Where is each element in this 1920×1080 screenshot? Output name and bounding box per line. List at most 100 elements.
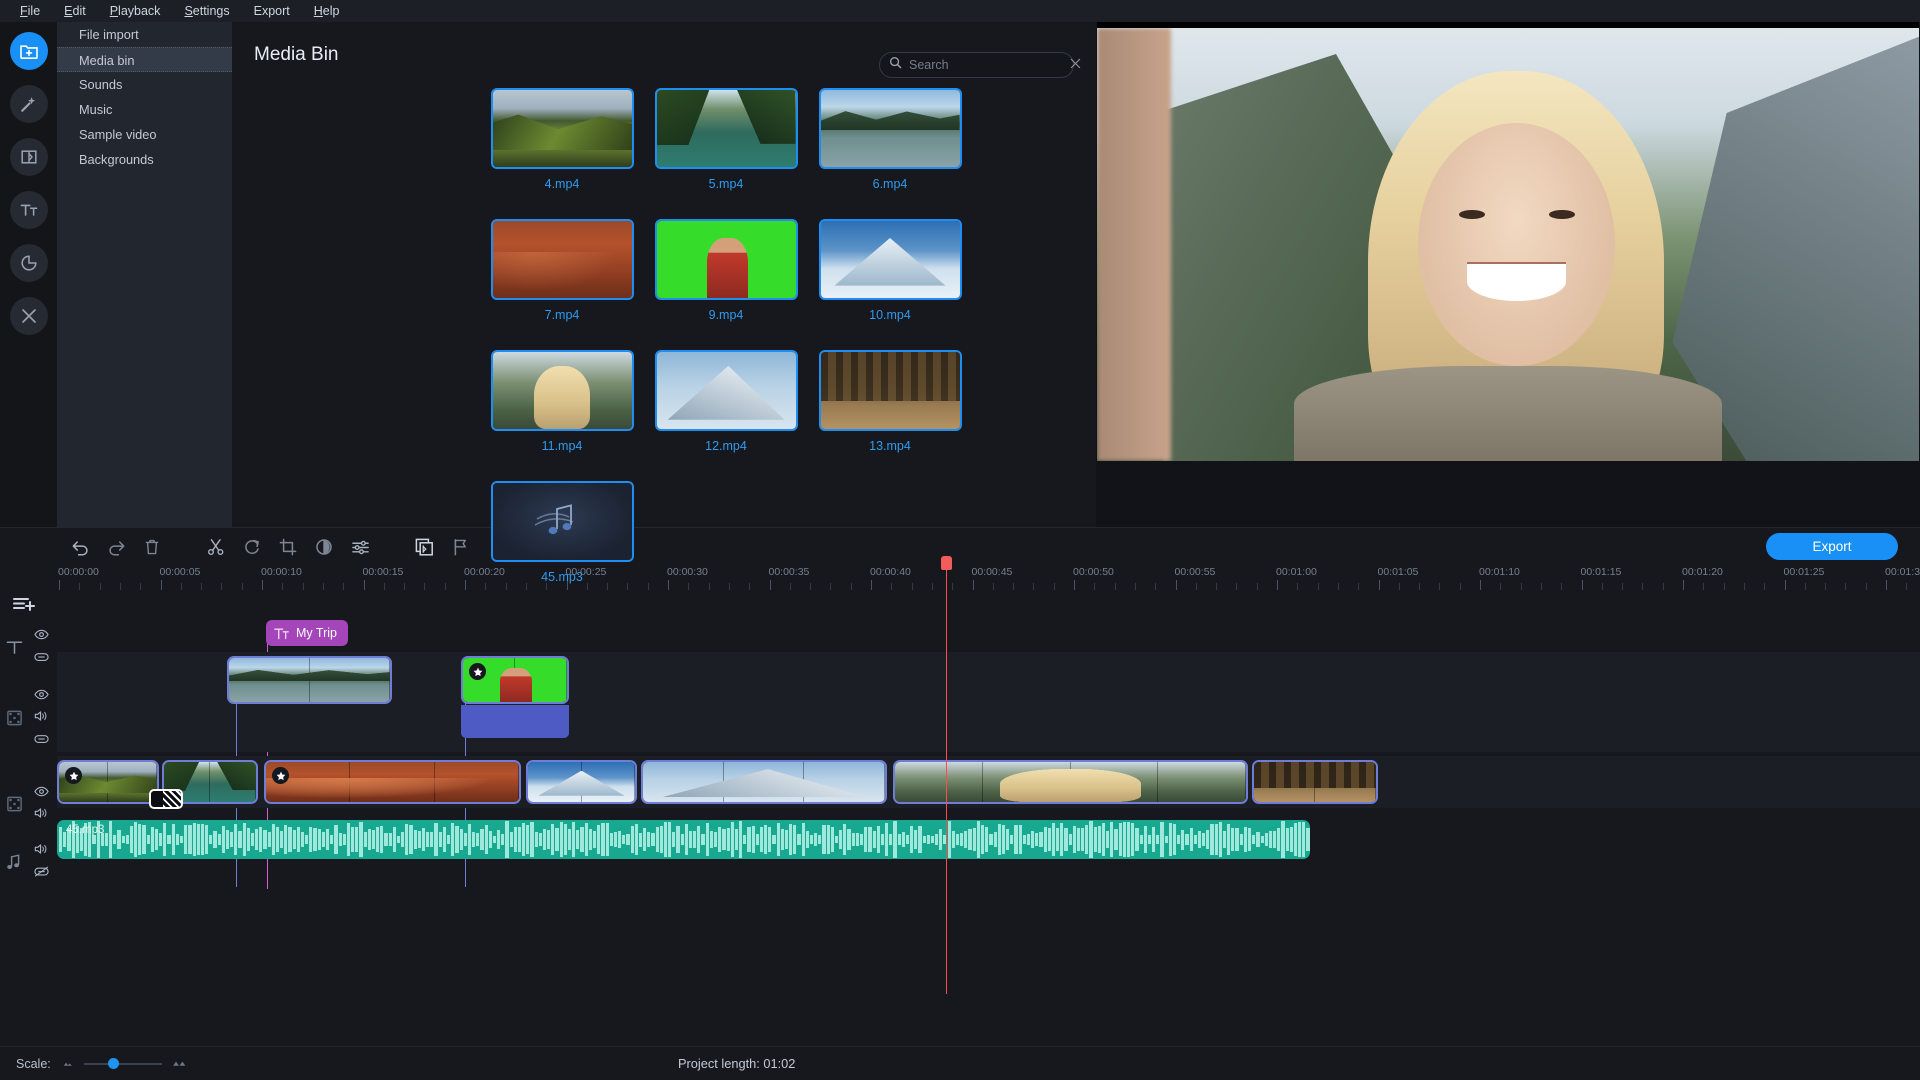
media-item[interactable]: 6.mp4 [808, 88, 972, 219]
track-link-toggle[interactable] [33, 649, 49, 667]
media-item[interactable]: 45.mp3 [480, 481, 644, 612]
waveform-bar [175, 833, 179, 846]
timeline-clip-13mp4[interactable] [1252, 760, 1378, 804]
menu-item-settings[interactable]: Settings [172, 2, 241, 20]
menu-item-export[interactable]: Export [242, 2, 302, 20]
waveform-bar [405, 824, 409, 855]
rail-button-filters[interactable] [9, 85, 48, 123]
timeline-clip-12mp4[interactable] [641, 760, 887, 804]
track-header-overlay[interactable] [0, 682, 57, 754]
rail-button-stickers[interactable] [9, 244, 48, 282]
waveform-bar [885, 823, 889, 856]
clip-effect-badge[interactable] [469, 663, 486, 680]
track-mute-toggle[interactable] [34, 709, 49, 727]
rotate-button[interactable] [234, 534, 270, 560]
media-item[interactable]: 7.mp4 [480, 219, 644, 350]
overlay-clip-body[interactable] [461, 705, 569, 738]
category-sample-video[interactable]: Sample video [57, 122, 232, 147]
media-thumbnail[interactable] [654, 88, 798, 169]
waveform-bar [321, 831, 325, 848]
category-file-import[interactable]: File import [57, 22, 232, 47]
waveform-bar [275, 827, 280, 852]
clip-effect-badge[interactable] [65, 767, 82, 784]
video-frame[interactable] [1097, 14, 1919, 461]
track-mute-toggle[interactable] [34, 842, 49, 860]
media-item[interactable]: 5.mp4 [644, 88, 808, 219]
timeline-clip-10mp4[interactable] [526, 760, 637, 804]
clip-effect-badge[interactable] [272, 767, 289, 784]
split-button[interactable] [198, 534, 234, 560]
track-header-title[interactable] [0, 624, 57, 670]
track-visibility-toggle[interactable] [33, 784, 49, 802]
search-box[interactable] [879, 52, 1081, 78]
media-item[interactable]: 10.mp4 [808, 219, 972, 350]
track-visibility-toggle[interactable] [33, 687, 49, 705]
track-link-toggle[interactable] [33, 731, 49, 749]
zoom-in-icon[interactable] [172, 1055, 187, 1073]
media-thumbnail[interactable] [490, 350, 634, 431]
undo-button[interactable] [62, 534, 98, 560]
overlay-clip-lake[interactable] [227, 656, 392, 704]
scale-slider[interactable] [83, 1057, 162, 1071]
audio-properties-button[interactable] [342, 534, 378, 560]
track-visibility-toggle[interactable] [33, 627, 49, 645]
playhead[interactable] [941, 556, 953, 994]
audio-clip-45mp3[interactable]: 45.mp3 [57, 820, 1310, 859]
media-thumbnail[interactable] [818, 88, 962, 169]
media-item[interactable]: 9.mp4 [644, 219, 808, 350]
waveform-bar [1051, 823, 1056, 856]
preview-panel [1096, 0, 1920, 527]
media-thumbnail[interactable] [654, 219, 798, 300]
category-music[interactable]: Music [57, 97, 232, 122]
overlay-clip-greenscreen[interactable] [461, 656, 569, 704]
media-thumbnail[interactable] [490, 88, 634, 169]
waveform-bar [497, 829, 501, 850]
scale-handle[interactable] [108, 1058, 120, 1069]
menu-item-file[interactable]: FFileile [8, 2, 52, 20]
transition-badge[interactable] [149, 789, 183, 809]
timeline-clip-4mp4[interactable] [57, 760, 159, 804]
track-mute-toggle[interactable] [34, 806, 49, 824]
clip-properties-button[interactable] [406, 534, 442, 560]
rail-button-transitions[interactable] [9, 138, 48, 176]
rail-button-tools[interactable] [9, 297, 48, 335]
menu-item-edit[interactable]: Edit [52, 2, 98, 20]
media-thumbnail[interactable] [490, 481, 634, 562]
media-item[interactable]: 4.mp4 [480, 88, 644, 219]
media-item[interactable]: 11.mp4 [480, 350, 644, 481]
track-header-video[interactable] [0, 776, 57, 832]
search-input[interactable] [909, 58, 1070, 72]
media-thumbnail[interactable] [654, 350, 798, 431]
ruler-label: 00:01:15 [1580, 566, 1622, 578]
menu-item-help[interactable]: Help [302, 2, 352, 20]
category-media-bin[interactable]: Media bin [57, 47, 232, 72]
timeline-clip-7mp4[interactable] [264, 760, 521, 804]
clear-search-icon[interactable] [1070, 56, 1081, 74]
media-thumbnail[interactable] [818, 350, 962, 431]
crop-button[interactable] [270, 534, 306, 560]
media-thumbnail[interactable] [490, 219, 634, 300]
media-item[interactable]: 12.mp4 [644, 350, 808, 481]
rail-button-import[interactable] [9, 32, 48, 70]
category-sounds[interactable]: Sounds [57, 72, 232, 97]
waveform-bar [609, 833, 613, 846]
track-link-toggle[interactable] [33, 864, 49, 882]
zoom-out-icon[interactable] [61, 1055, 74, 1073]
color-adjust-button[interactable] [306, 534, 342, 560]
waveform-bar [146, 835, 150, 844]
marker-button[interactable] [442, 534, 478, 560]
menu-item-playback[interactable]: Playback [98, 2, 173, 20]
rotate-icon [245, 539, 259, 554]
delete-button[interactable] [134, 534, 170, 560]
title-clip[interactable]: My Trip [266, 620, 348, 646]
audio-waveform [57, 820, 1310, 859]
add-track-button[interactable] [12, 594, 36, 619]
category-backgrounds[interactable]: Backgrounds [57, 147, 232, 172]
export-button[interactable]: Export [1766, 533, 1898, 560]
media-item[interactable]: 13.mp4 [808, 350, 972, 481]
waveform-bar [555, 828, 559, 851]
track-header-audio[interactable] [0, 838, 57, 886]
rail-button-titles[interactable] [9, 191, 48, 229]
media-thumbnail[interactable] [818, 219, 962, 300]
redo-button[interactable] [98, 534, 134, 560]
